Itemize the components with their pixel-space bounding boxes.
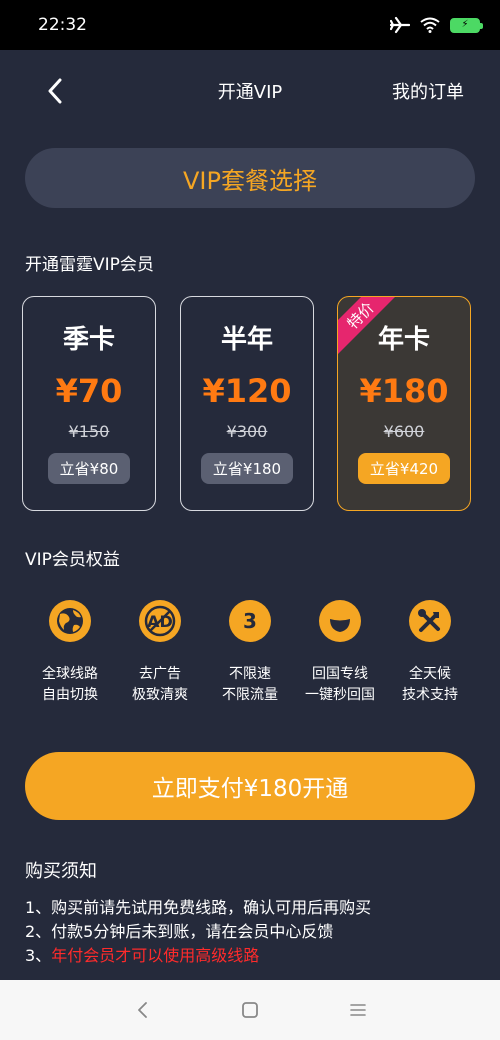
plan-card-quarterly[interactable]: 季卡 ¥70 ¥150 立省¥80: [22, 296, 156, 511]
benefit-tech-support: 全天候 技术支持: [380, 600, 480, 706]
notice-item-warning: 3、年付会员才可以使用高级线路: [25, 944, 371, 968]
plan-savings-badge: 立省¥180: [200, 453, 294, 484]
plan-original-price: ¥300: [226, 422, 268, 441]
benefit-unlimited: 3 不限速 不限流量: [200, 600, 300, 706]
wifi-icon: [420, 17, 440, 33]
benefit-subtitle: 技术支持: [402, 687, 458, 703]
system-menu-button[interactable]: [344, 996, 372, 1024]
benefit-subtitle: 自由切换: [42, 687, 98, 703]
benefit-global-routes: 全球线路 自由切换: [20, 600, 120, 706]
tools-icon: [409, 600, 451, 642]
battery-icon: ⚡: [450, 17, 483, 33]
notice-item: 1、购买前请先试用免费线路，确认可用后再购买: [25, 898, 372, 917]
plan-card-half-year[interactable]: 半年 ¥120 ¥300 立省¥180: [180, 296, 314, 511]
plan-card-annual[interactable]: 特价 年卡 ¥180 ¥600 立省¥420: [337, 296, 471, 511]
plan-name: 季卡: [62, 325, 115, 355]
plan-name: 半年: [220, 325, 273, 355]
globe-icon: [49, 600, 91, 642]
benefit-title: 全天候: [409, 666, 451, 682]
benefit-subtitle: 不限流量: [222, 687, 278, 703]
plan-savings-badge: 立省¥80: [47, 453, 131, 484]
benefits-section-label: VIP会员权益: [25, 550, 120, 570]
plans-section-label: 开通雷霆VIP会员: [25, 255, 154, 275]
airplane-icon: [390, 16, 410, 34]
benefit-title: 去广告: [139, 666, 181, 682]
benefit-no-ads: AD 去广告 极致清爽: [110, 600, 210, 706]
return-home-icon: [319, 600, 361, 642]
notice-title: 购买须知: [25, 861, 97, 882]
notice-item-number: 3、: [25, 946, 52, 965]
status-icons: ⚡: [390, 16, 483, 34]
svg-text:3: 3: [243, 609, 257, 633]
plan-price: ¥120: [202, 372, 292, 410]
home-square-icon: [242, 1002, 258, 1018]
benefit-title: 全球线路: [42, 666, 98, 682]
notice-item: 2、付款5分钟后未到账，请在会员中心反馈: [25, 922, 334, 941]
benefit-title: 回国专线: [312, 666, 368, 682]
pay-now-button[interactable]: 立即支付¥180开通: [25, 752, 475, 820]
notice-warning-text: 年付会员才可以使用高级线路: [51, 946, 260, 965]
status-bar: 22:32 ⚡: [0, 0, 500, 50]
plan-price: ¥70: [55, 372, 123, 410]
plan-price: ¥180: [359, 372, 449, 410]
back-triangle-icon: [138, 1002, 147, 1018]
benefit-return-home: 回国专线 一键秒回国: [290, 600, 390, 706]
benefit-subtitle: 极致清爽: [132, 687, 188, 703]
my-orders-link[interactable]: 我的订单: [392, 78, 464, 104]
system-back-button[interactable]: [128, 996, 156, 1024]
plan-original-price: ¥150: [68, 422, 110, 441]
benefit-subtitle: 一键秒回国: [305, 687, 375, 703]
plan-original-price: ¥600: [383, 422, 425, 441]
system-home-button[interactable]: [236, 996, 264, 1024]
unlimited-icon: 3: [229, 600, 271, 642]
no-ads-icon: AD: [139, 600, 181, 642]
plan-savings-badge: 立省¥420: [357, 453, 451, 484]
benefit-title: 不限速: [229, 666, 271, 682]
plan-selection-banner: VIP套餐选择: [25, 148, 475, 208]
nav-bar: 开通VIP 我的订单: [0, 50, 500, 132]
menu-icon: [350, 1004, 366, 1016]
plan-name: 年卡: [377, 325, 430, 355]
benefits-row: 全球线路 自由切换 AD 去广告 极致清爽 3 不限速 不限流量: [0, 600, 500, 710]
system-nav-bar: [0, 980, 500, 1040]
notice-list: 1、购买前请先试用免费线路，确认可用后再购买 2、付款5分钟后未到账，请在会员中…: [25, 896, 371, 968]
status-time: 22:32: [38, 15, 87, 35]
